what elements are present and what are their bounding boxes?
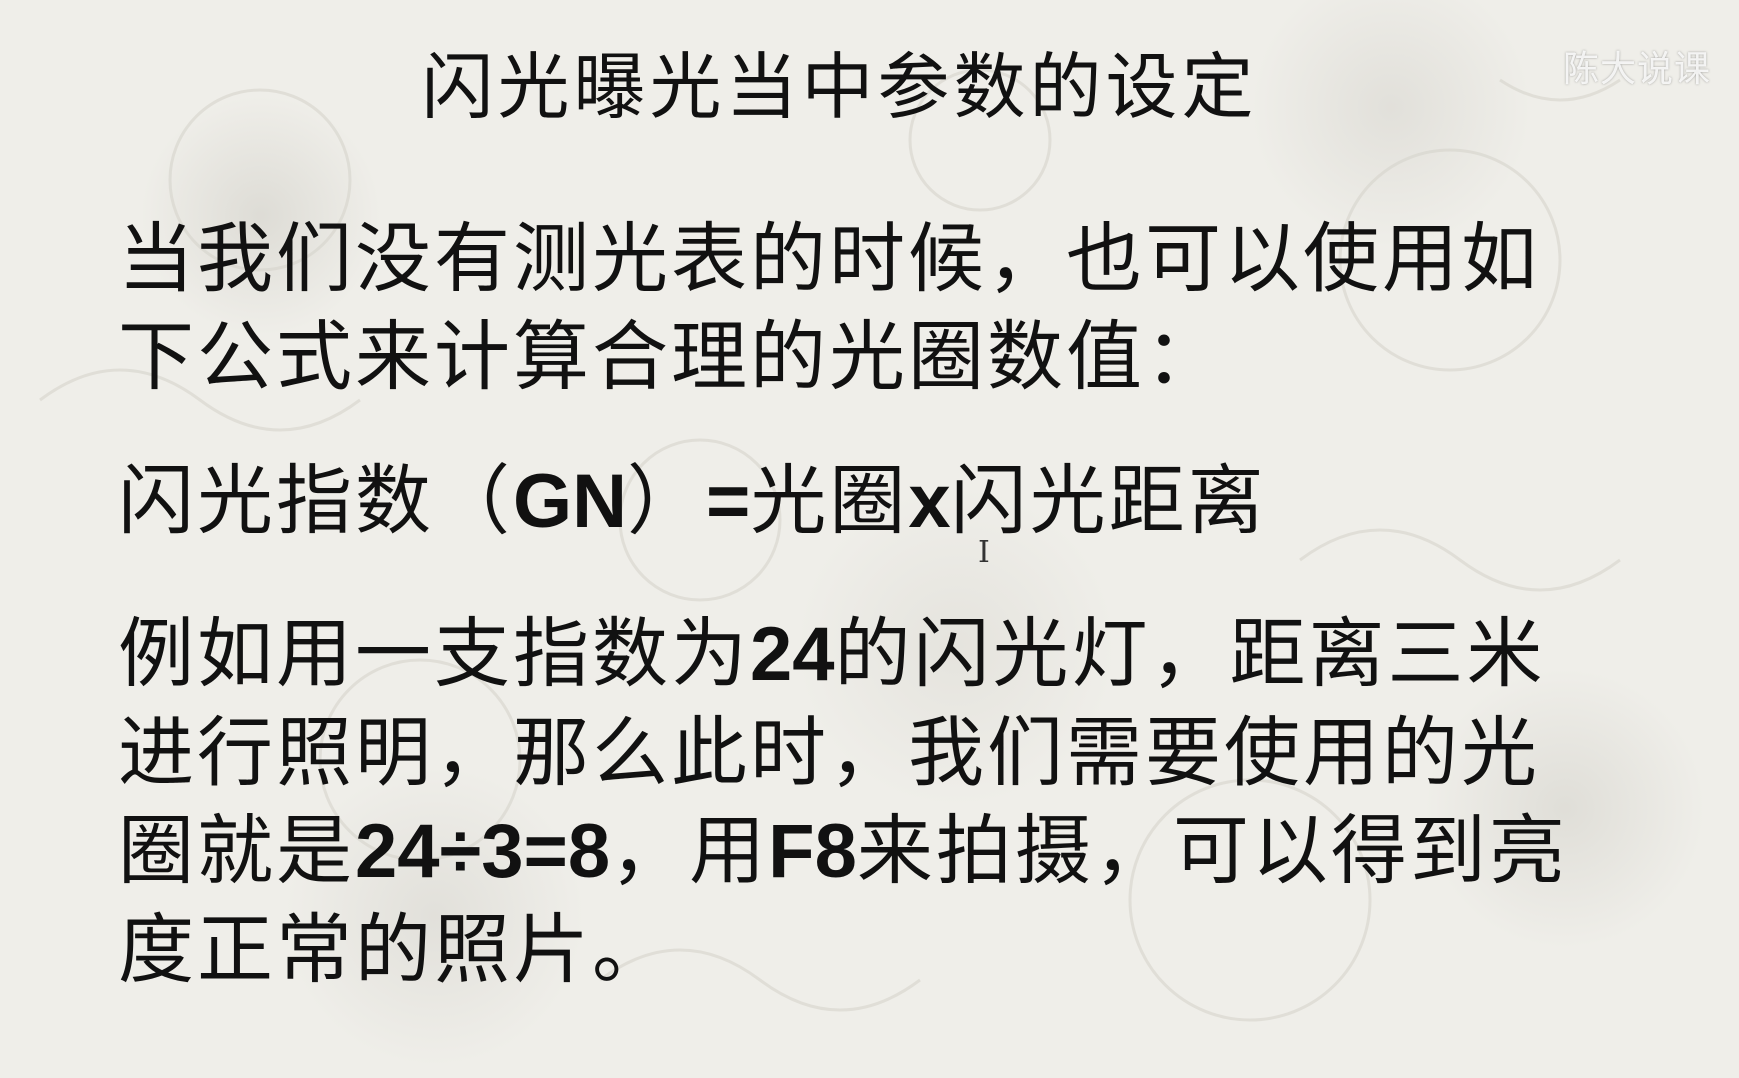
formula-equals: = — [706, 459, 751, 544]
page-title: 闪光曝光当中参数的设定 — [421, 45, 1258, 129]
formula-middle: ） — [627, 456, 706, 545]
formula-distance: 闪光距离 — [950, 456, 1267, 545]
formula-line: 闪光指数（GN）=光圈x闪光距离 — [118, 452, 1598, 551]
formula-times: x — [908, 459, 951, 544]
example-paragraph: 例如用一支指数为24的闪光灯，距离三米进行照明，那么此时，我们需要使用的光圈就是… — [118, 605, 1598, 999]
intro-paragraph: 当我们没有测光表的时候，也可以使用如下公式来计算合理的光圈数值： — [118, 214, 1540, 401]
formula-gn: GN — [513, 459, 627, 544]
example-part1: 例如用一支指数为 — [118, 609, 750, 698]
formula-aperture: 光圈 — [750, 456, 909, 545]
logo: 陈大说课 — [1562, 49, 1711, 90]
example-calc: 24÷3=8 — [355, 809, 611, 894]
example-part3: ，用 — [610, 806, 769, 895]
text-cursor-icon: I — [978, 535, 990, 570]
formula-prefix: 闪光指数（ — [118, 456, 513, 545]
example-f-value: F8 — [768, 809, 857, 894]
example-gn-value: 24 — [750, 612, 835, 697]
